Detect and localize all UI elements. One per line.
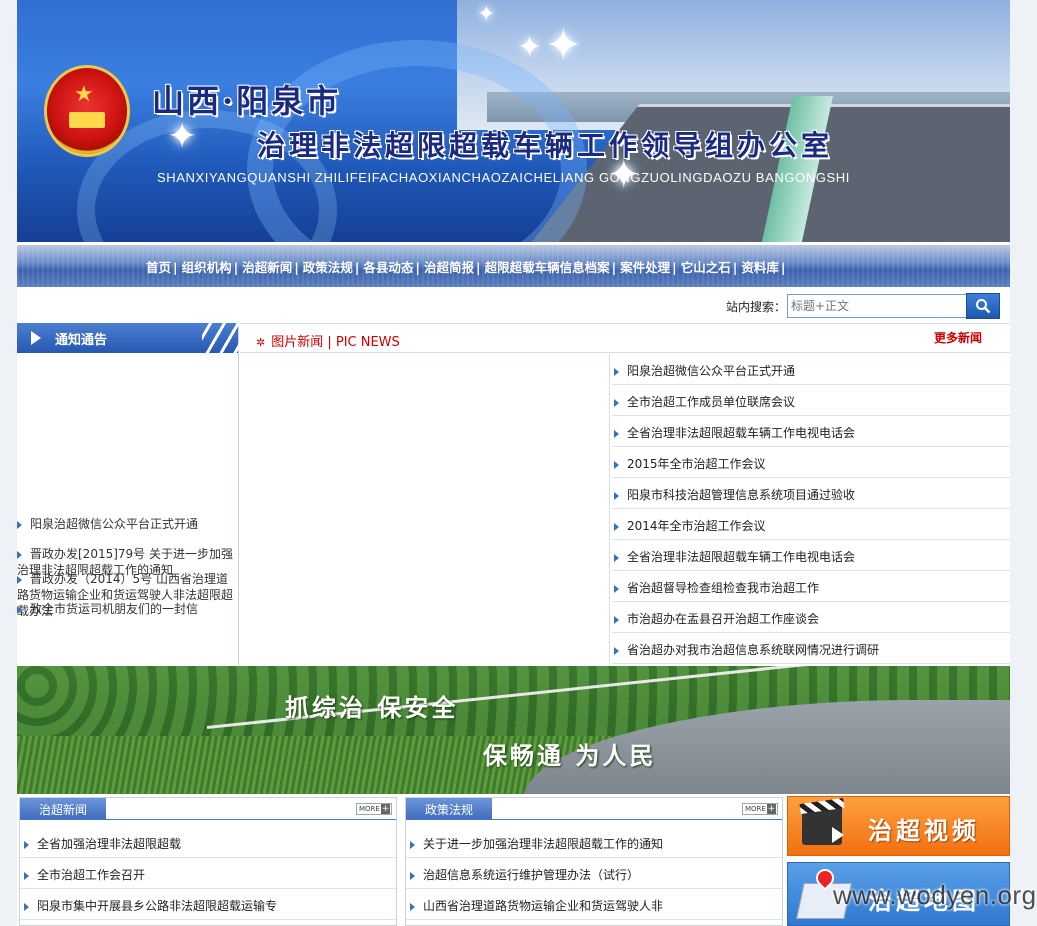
nav-item-policy[interactable]: 政策法规 | [303, 257, 364, 276]
bullet-icon [410, 840, 415, 849]
bullet-icon [614, 615, 619, 624]
list-item[interactable]: 阳泉市集中开展县乡公路非法超限超载运输专 [20, 889, 396, 920]
nav-item-vehicle-archive[interactable]: 超限超载车辆信息档案 | [485, 257, 621, 276]
slogan-line-1: 抓综治 保安全 [285, 694, 459, 722]
nav-item-briefing[interactable]: 治超简报 | [424, 257, 485, 276]
policy-box: 政策法规 MORE 关于进一步加强治理非法超限超载工作的通知 治超信息系统运行维… [405, 797, 783, 926]
more-news-link[interactable]: 更多新闻 [934, 329, 982, 346]
list-item[interactable]: 全省治理非法超限超载车辆工作电视电话会 [612, 540, 1010, 571]
nav-item-home[interactable]: 首页 | [146, 257, 182, 276]
main-nav: 首页 | 组织机构 | 治超新闻 | 政策法规 | 各县动态 | 治超简报 | 超限超载车辆… [17, 243, 1010, 289]
bullet-icon [614, 584, 619, 593]
bullet-icon [614, 460, 619, 469]
list-item[interactable]: 全市治超工作成员单位联席会议 [612, 385, 1010, 416]
news-list: 全省加强治理非法超限超载 全市治超工作会召开 阳泉市集中开展县乡公路非法超限超载… [20, 827, 396, 920]
national-emblem-icon: ★ [47, 68, 127, 154]
bullet-icon [614, 367, 619, 376]
tab-policy[interactable]: 政策法规 [406, 798, 492, 820]
list-item[interactable]: 全市治超工作会召开 [20, 858, 396, 889]
notice-header: 通知通告 [17, 323, 239, 353]
list-item[interactable]: 2015年全市治超工作会议 [612, 447, 1010, 478]
slogan-line-2: 保畅通 为人民 [483, 742, 657, 770]
list-item[interactable]: 山西省治理道路货物运输企业和货运驾驶人非 [406, 889, 782, 920]
notice-panel: 通知通告 阳泉治超微信公众平台正式开通 晋政办发[2015]79号 关于进一步加… [17, 323, 239, 665]
nav-item-library[interactable]: 资料库 | [741, 257, 789, 276]
sparkle-icon: ✦ [545, 20, 582, 71]
search-bar: 站内搜索： [17, 289, 1010, 323]
list-item[interactable]: 市治超办在盂县召开治超工作座谈会 [612, 602, 1010, 633]
video-label: 治超视频 [868, 817, 980, 845]
picture-news-header: ✲ 图片新闻 | PIC NEWS 更多新闻 [240, 323, 1010, 353]
list-item[interactable]: 阳泉治超微信公众平台正式开通 [612, 354, 1010, 385]
search-button[interactable] [966, 293, 1000, 319]
picture-news-list: 阳泉治超微信公众平台正式开通 全市治超工作成员单位联席会议 全省治理非法超限超载… [612, 354, 1010, 664]
bullet-icon [614, 491, 619, 500]
site-title-office: 治理非法超限超载车辆工作领导组办公室 [257, 129, 834, 162]
bullet-icon [17, 605, 22, 614]
bullet-icon [17, 520, 22, 529]
list-item[interactable]: 省治超督导检查组检查我市治超工作 [612, 571, 1010, 602]
bullet-icon [614, 398, 619, 407]
picture-news-panel: ✲ 图片新闻 | PIC NEWS 更多新闻 阳泉治超微信公众平台正式开通 全市治… [240, 323, 1010, 665]
bullet-icon [410, 902, 415, 911]
header-banner: ✦ ✦ ✦ ✦ ✦ ★ 山西·阳泉市 治理非法超限超载车辆工作领导组办公室 SH… [17, 0, 1010, 242]
news-more-button[interactable]: MORE [356, 803, 392, 815]
search-icon [976, 299, 991, 314]
notice-item[interactable]: 阳泉治超微信公众平台正式开通 [17, 516, 239, 532]
list-item[interactable]: 全省治理非法超限超载车辆工作电视电话会 [612, 416, 1010, 447]
nav-item-news[interactable]: 治超新闻 | [242, 257, 303, 276]
list-item[interactable]: 治超信息系统运行维护管理办法（试行） [406, 858, 782, 889]
site-title-pinyin: SHANXIYANGQUANSHI ZHILIFEIFACHAOXIANCHAO… [157, 170, 850, 185]
list-item[interactable]: 2014年全市治超工作会议 [612, 509, 1010, 540]
bullet-icon [17, 550, 22, 559]
bullet-icon [17, 575, 22, 584]
search-label: 站内搜索： [726, 300, 787, 314]
notice-title: 通知通告 [55, 333, 108, 348]
bullet-icon [24, 871, 29, 880]
sparkle-icon: ✦ [477, 2, 496, 27]
policy-list: 关于进一步加强治理非法超限超载工作的通知 治超信息系统运行维护管理办法（试行） … [406, 827, 782, 920]
bullet-icon [410, 871, 415, 880]
watermark: www.wodyen.org [833, 880, 1037, 910]
bullet-icon [614, 553, 619, 562]
list-item[interactable]: 关于进一步加强治理非法超限超载工作的通知 [406, 827, 782, 858]
notice-list: 阳泉治超微信公众平台正式开通 晋政办发[2015]79号 关于进一步加强治理非法… [17, 508, 239, 619]
bullet-icon [614, 522, 619, 531]
bullet-icon [614, 646, 619, 655]
bullet-icon [24, 840, 29, 849]
sun-icon: ✲ [256, 336, 266, 349]
site-title-city: 山西·阳泉市 [152, 82, 342, 120]
sparkle-icon: ✦ [517, 30, 543, 65]
nav-item-cases[interactable]: 案件处理 | [620, 257, 681, 276]
picture-slideshow[interactable] [240, 354, 610, 665]
bullet-icon [24, 902, 29, 911]
news-box: 治超新闻 MORE 全省加强治理非法超限超载 全市治超工作会召开 阳泉市集中开展… [19, 797, 397, 926]
notice-item[interactable]: 致全市货运司机朋友们的一封信 [17, 601, 198, 617]
picture-news-title: 图片新闻 | PIC NEWS [271, 335, 400, 350]
video-button[interactable]: 治超视频 [787, 796, 1010, 856]
nav-item-other[interactable]: 它山之石 | [681, 257, 742, 276]
list-item[interactable]: 全省加强治理非法超限超载 [20, 827, 396, 858]
clapperboard-icon [802, 805, 844, 845]
list-item[interactable]: 阳泉市科技治超管理信息系统项目通过验收 [612, 478, 1010, 509]
tab-news[interactable]: 治超新闻 [20, 798, 106, 820]
search-input[interactable] [787, 294, 967, 318]
sparkle-icon: ✦ [167, 116, 198, 157]
nav-item-county[interactable]: 各县动态 | [363, 257, 424, 276]
list-item[interactable]: 省治超办对我市治超信息系统联网情况进行调研 [612, 633, 1010, 664]
slogan-banner: 抓综治 保安全 保畅通 为人民 [17, 666, 1010, 794]
nav-item-organization[interactable]: 组织机构 | [182, 257, 243, 276]
arrow-right-icon [31, 331, 41, 345]
policy-more-button[interactable]: MORE [742, 803, 778, 815]
page: ✦ ✦ ✦ ✦ ✦ ★ 山西·阳泉市 治理非法超限超载车辆工作领导组办公室 SH… [17, 0, 1036, 926]
bullet-icon [614, 429, 619, 438]
